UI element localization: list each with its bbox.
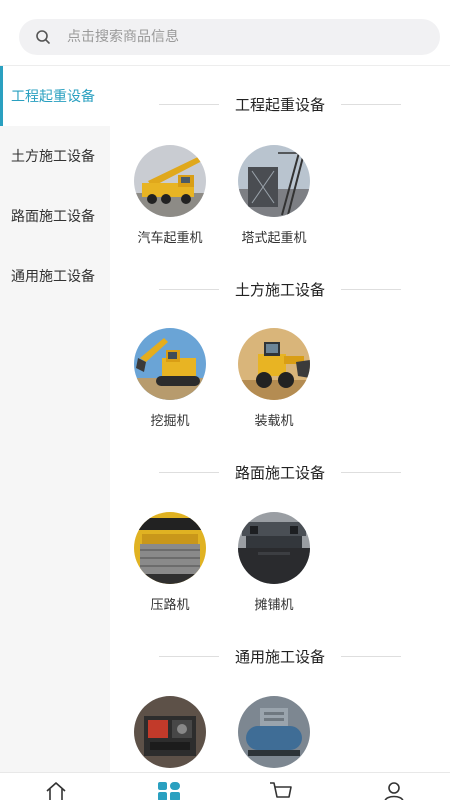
section-title-text: 通用施工设备 [234,647,325,666]
excavator-image [134,328,206,400]
tab-category[interactable] [113,773,226,800]
divider [158,103,219,105]
search-icon [23,19,63,55]
search-header [0,0,450,66]
section-title-text: 路面施工设备 [234,463,325,482]
product-name: 压路机 [150,598,190,613]
divider [341,103,401,105]
paver-image [238,512,310,584]
product-name: 挖掘机 [150,414,190,429]
product-name: 摊铺机 [254,598,294,613]
tab-cart[interactable] [225,773,338,800]
tower-crane-image [238,145,310,217]
sidebar-item-general[interactable]: 通用施工设备 [0,246,110,306]
product-generator[interactable] [120,696,220,772]
home-icon [45,781,67,800]
product-road-roller[interactable]: 压路机 [120,512,220,613]
product-air-compressor[interactable] [224,696,324,772]
sidebar-item-label: 工程起重设备 [11,89,95,105]
user-icon [383,781,405,800]
search-input[interactable] [67,29,407,45]
sidebar-item-label: 通用施工设备 [11,269,95,285]
section-title-text: 工程起重设备 [234,95,325,114]
product-excavator[interactable]: 挖掘机 [120,328,220,429]
tab-profile[interactable] [338,773,450,800]
section-title-text: 土方施工设备 [234,280,325,299]
section-title-pavement: 路面施工设备 [110,457,450,487]
product-loader[interactable]: 装载机 [224,328,324,429]
divider [158,655,219,657]
generator-image [134,696,206,768]
product-paver[interactable]: 摊铺机 [224,512,324,613]
product-name: 汽车起重机 [137,231,203,246]
divider [341,655,401,657]
sidebar-item-label: 路面施工设备 [11,209,95,225]
section-title-lifting: 工程起重设备 [110,89,450,119]
product-name: 塔式起重机 [241,231,307,246]
tab-home[interactable] [0,773,113,800]
category-sidebar: 工程起重设备 土方施工设备 路面施工设备 通用施工设备 [0,66,110,772]
sidebar-item-earthwork[interactable]: 土方施工设备 [0,126,110,186]
product-truck-crane[interactable]: 汽车起重机 [120,145,220,246]
divider [341,471,401,473]
cart-icon [269,781,293,800]
product-tower-crane[interactable]: 塔式起重机 [224,145,324,246]
sidebar-item-lifting[interactable]: 工程起重设备 [0,66,110,126]
divider [158,288,219,290]
category-icon [157,781,181,800]
product-name: 装载机 [254,414,294,429]
air-compressor-image [238,696,310,768]
sidebar-item-label: 土方施工设备 [11,149,95,165]
section-title-earthwork: 土方施工设备 [110,274,450,304]
bottom-tab-bar [0,772,450,800]
divider [158,471,219,473]
truck-crane-image [134,145,206,217]
search-bar[interactable] [19,19,440,55]
road-roller-image [134,512,206,584]
category-content: 工程起重设备 汽车起重机 塔式起重机 土方施工设备 挖掘机 装载机 路面施工设备… [110,66,450,772]
section-title-general: 通用施工设备 [110,641,450,671]
loader-image [238,328,310,400]
divider [341,288,401,290]
sidebar-item-pavement[interactable]: 路面施工设备 [0,186,110,246]
